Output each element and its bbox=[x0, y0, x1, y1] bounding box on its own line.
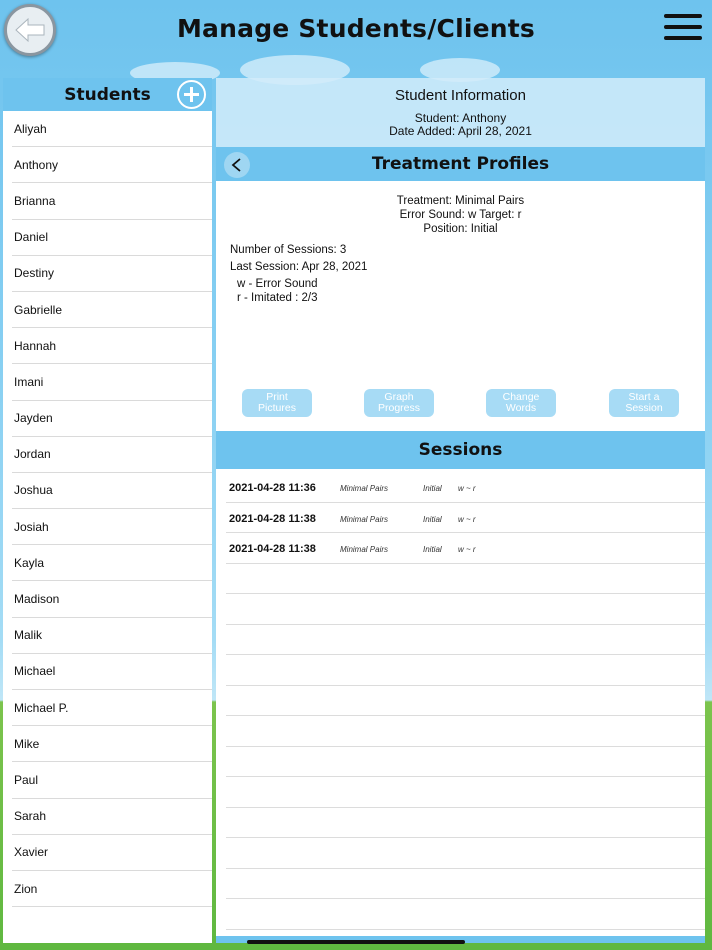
student-list-item[interactable]: Madison bbox=[3, 581, 212, 618]
session-row bbox=[226, 808, 705, 838]
session-row bbox=[226, 838, 705, 869]
date-added: Date Added: April 28, 2021 bbox=[389, 124, 532, 138]
top-bar: Manage Students/Clients bbox=[0, 0, 712, 62]
button-label-line2: Pictures bbox=[258, 402, 296, 414]
session-datetime: 2021-04-28 11:38 bbox=[229, 512, 316, 525]
home-indicator[interactable] bbox=[247, 940, 465, 944]
session-sounds: w ~ r bbox=[458, 484, 476, 493]
session-position: Initial bbox=[423, 484, 442, 493]
student-list-item[interactable]: Zion bbox=[3, 871, 212, 908]
student-list-item[interactable]: Josiah bbox=[3, 509, 212, 546]
student-name: Student: Anthony bbox=[414, 111, 507, 125]
session-row bbox=[226, 686, 705, 716]
student-information-title: Student Information bbox=[395, 87, 526, 104]
page-title: Manage Students/Clients bbox=[176, 14, 535, 43]
session-row bbox=[226, 716, 705, 747]
student-list-item[interactable]: Daniel bbox=[3, 220, 212, 256]
session-datetime: 2021-04-28 11:38 bbox=[229, 543, 316, 555]
session-position: Initial bbox=[423, 514, 442, 524]
session-row bbox=[226, 594, 705, 625]
sessions-panel: Sessions 2021-04-28 11:36 Minimal Pairs In… bbox=[216, 431, 705, 936]
session-sounds: w ~ r bbox=[458, 514, 476, 524]
session-row bbox=[226, 899, 705, 930]
students-panel: Students Aliyah Anthony Brianna Daniel Desti… bbox=[3, 78, 212, 943]
sessions-title: Sessions bbox=[418, 440, 503, 460]
button-label-line2: Progress bbox=[377, 402, 420, 414]
session-row[interactable]: 2021-04-28 11:38 Minimal Pairs Initial w ~ … bbox=[226, 503, 705, 533]
add-student-button[interactable] bbox=[177, 80, 206, 109]
treatment-profiles-title: Treatment Profiles bbox=[371, 154, 550, 174]
student-list-item[interactable]: Sarah bbox=[3, 799, 212, 835]
error-sound-detail: w - Error Sound bbox=[237, 278, 318, 290]
session-row bbox=[226, 777, 705, 808]
plus-icon bbox=[184, 87, 199, 102]
imitated-detail: r - Imitated : 2/3 bbox=[237, 292, 318, 304]
student-list-item[interactable]: Gabrielle bbox=[3, 292, 212, 329]
error-target-sounds: Error Sound: w Target: r bbox=[399, 209, 522, 221]
print-pictures-button[interactable]: Print Pictures bbox=[242, 389, 312, 417]
student-list-item[interactable]: Aliyah bbox=[3, 111, 212, 148]
student-list-item[interactable]: Michael bbox=[3, 654, 212, 691]
session-row bbox=[226, 625, 705, 655]
hamburger-icon bbox=[664, 36, 702, 40]
button-label-line2: Words bbox=[505, 402, 537, 414]
graph-progress-button[interactable]: Graph Progress bbox=[364, 389, 434, 417]
student-list-item[interactable]: Xavier bbox=[3, 835, 212, 872]
session-position: Initial bbox=[423, 545, 442, 554]
student-list: Aliyah Anthony Brianna Daniel Destiny Gabriel… bbox=[3, 111, 212, 908]
treatment-type: Treatment: Minimal Pairs bbox=[396, 195, 525, 207]
session-datetime: 2021-04-28 11:36 bbox=[229, 482, 316, 494]
student-list-item[interactable]: Kayla bbox=[3, 545, 212, 582]
students-header: Students bbox=[3, 78, 212, 111]
session-sounds: w ~ r bbox=[458, 545, 476, 554]
student-list-item[interactable]: Jordan bbox=[3, 437, 212, 474]
student-list-item[interactable]: Jayden bbox=[3, 401, 212, 437]
session-row bbox=[226, 747, 705, 777]
student-list-item[interactable]: Michael P. bbox=[3, 690, 212, 727]
treatment-profiles-header: Treatment Profiles bbox=[216, 147, 705, 181]
student-list-item[interactable]: Destiny bbox=[3, 256, 212, 293]
session-row bbox=[226, 869, 705, 899]
treatment-profiles-panel: Treatment Profiles Treatment: Minimal Pa… bbox=[216, 147, 705, 431]
session-list: 2021-04-28 11:36 Minimal Pairs Initial w ~ … bbox=[216, 472, 705, 950]
sessions-header: Sessions bbox=[216, 431, 705, 469]
chevron-left-icon bbox=[231, 158, 241, 172]
treatment-back-button[interactable] bbox=[224, 152, 250, 178]
hamburger-icon bbox=[664, 25, 702, 29]
hamburger-menu-button[interactable] bbox=[664, 14, 704, 42]
student-list-item[interactable]: Anthony bbox=[3, 147, 212, 184]
hamburger-icon bbox=[664, 14, 702, 18]
session-count: Number of Sessions: 3 bbox=[230, 244, 347, 256]
student-information-panel: Student Information Student: Anthony Dat… bbox=[216, 78, 705, 148]
last-session: Last Session: Apr 28, 2021 bbox=[230, 261, 368, 273]
change-words-button[interactable]: Change Words bbox=[486, 389, 556, 417]
start-session-button[interactable]: Start a Session bbox=[609, 389, 679, 417]
session-treatment: Minimal Pairs bbox=[340, 484, 389, 493]
button-label-line2: Session bbox=[625, 402, 663, 414]
sound-position: Position: Initial bbox=[423, 223, 498, 235]
student-list-item[interactable]: Mike bbox=[3, 726, 212, 763]
student-list-item[interactable]: Joshua bbox=[3, 473, 212, 510]
session-row bbox=[226, 564, 705, 594]
student-list-item[interactable]: Imani bbox=[3, 364, 212, 401]
session-treatment: Minimal Pairs bbox=[340, 514, 389, 524]
student-list-item[interactable]: Paul bbox=[3, 762, 212, 799]
students-title: Students bbox=[64, 84, 151, 105]
session-row[interactable]: 2021-04-28 11:38 Minimal Pairs Initial w ~ … bbox=[226, 533, 705, 564]
student-list-item[interactable]: Malik bbox=[3, 618, 212, 655]
session-row bbox=[226, 655, 705, 686]
student-list-item[interactable]: Brianna bbox=[3, 183, 212, 220]
session-treatment: Minimal Pairs bbox=[340, 545, 389, 554]
session-row[interactable]: 2021-04-28 11:36 Minimal Pairs Initial w ~ … bbox=[226, 472, 705, 503]
student-list-item[interactable]: Hannah bbox=[3, 328, 212, 365]
